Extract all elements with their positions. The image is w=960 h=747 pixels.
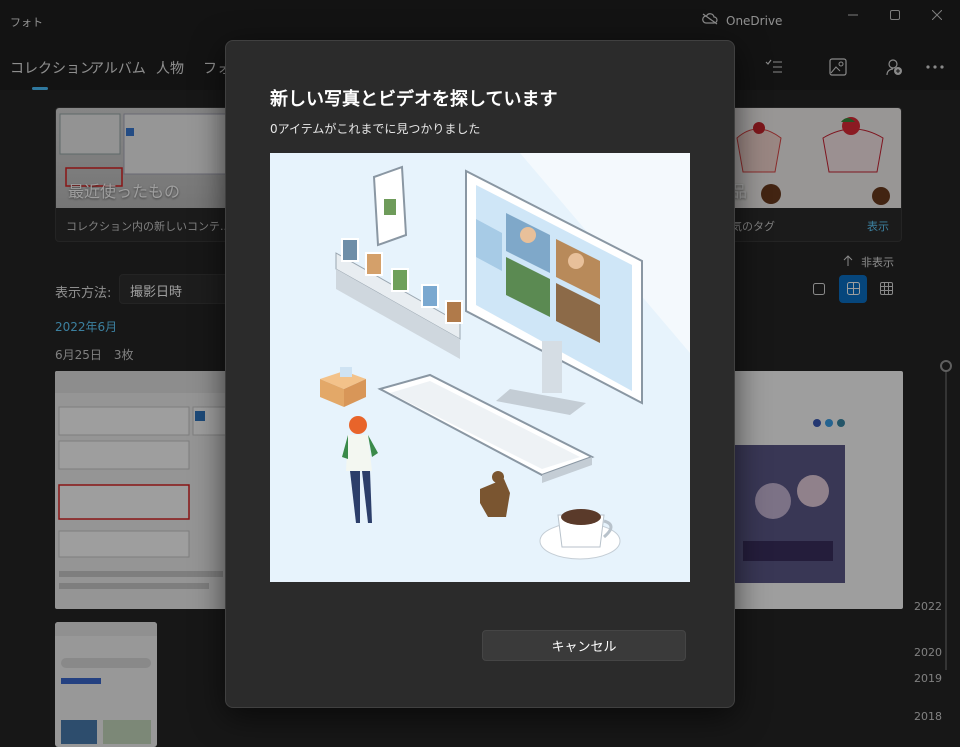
import-progress-dialog: 新しい写真とビデオを探しています 0アイテムがこれまでに見つかりました キャンセ… [225,40,735,708]
cancel-button[interactable]: キャンセル [482,630,686,661]
dialog-subtitle: 0アイテムがこれまでに見つかりました [270,122,481,136]
dialog-title: 新しい写真とビデオを探しています [270,89,558,110]
searching-illustration [270,153,690,582]
